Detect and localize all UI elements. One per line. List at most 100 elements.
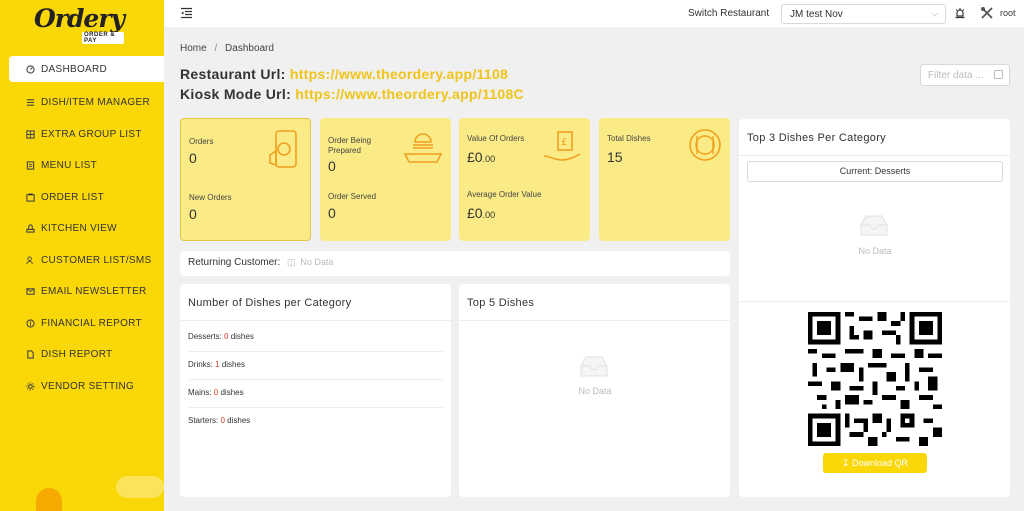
breadcrumb-home[interactable]: Home bbox=[180, 43, 207, 54]
sidebar-item-label: EMAIL NEWSLETTER bbox=[41, 286, 147, 298]
category-row: Drinks: 1 dishes bbox=[188, 352, 443, 380]
breadcrumb: Home / Dashboard bbox=[180, 43, 274, 54]
category-name: Drinks bbox=[188, 360, 211, 369]
sidebar-item-label: KITCHEN VIEW bbox=[41, 223, 117, 235]
restaurant-select-value: JM test Nov bbox=[790, 9, 843, 20]
sidebar-item-customer-list[interactable]: CUSTOMER LIST/SMS bbox=[0, 245, 164, 277]
category-unit: dishes bbox=[227, 416, 251, 425]
sidebar-nav: DASHBOARD DISH/ITEM MANAGER EXTRA GROUP … bbox=[0, 56, 164, 402]
brand-tagline: ORDER & PAY bbox=[82, 32, 124, 44]
brand-logo[interactable]: Ordery ORDER & PAY bbox=[34, 4, 125, 46]
alarm-icon[interactable] bbox=[954, 7, 966, 19]
sidebar-item-label: DASHBOARD bbox=[41, 63, 108, 75]
calendar-icon bbox=[994, 70, 1003, 79]
gear-icon bbox=[25, 381, 35, 391]
category-row: Mains: 0 dishes bbox=[188, 380, 443, 408]
sidebar-item-label: ORDER LIST bbox=[41, 191, 105, 203]
empty-text: No Data bbox=[858, 246, 892, 256]
sidebar-item-vendor-setting[interactable]: VENDOR SETTING bbox=[0, 371, 164, 403]
card-title: Top 3 Dishes Per Category bbox=[747, 132, 886, 144]
sidebar-item-kitchen-view[interactable]: KITCHEN VIEW bbox=[0, 213, 164, 245]
kiosk-url-line: Kiosk Mode Url: https://www.theordery.ap… bbox=[180, 86, 524, 102]
stat-label: Value Of Orders bbox=[467, 134, 525, 143]
restaurant-url-link[interactable]: https://www.theordery.app/1108 bbox=[290, 66, 508, 82]
stat-value: 0 bbox=[189, 150, 197, 166]
decorative-cloud bbox=[116, 476, 164, 498]
card-title: Number of Dishes per Category bbox=[188, 297, 352, 309]
category-unit: dishes bbox=[221, 360, 245, 369]
stat-label: Order Being Prepared bbox=[328, 136, 372, 155]
sidebar-item-dish-manager[interactable]: DISH/ITEM MANAGER bbox=[0, 87, 164, 119]
menu-icon bbox=[25, 161, 35, 171]
stat-label: Orders bbox=[189, 137, 214, 146]
dashboard-icon bbox=[25, 64, 35, 74]
pound-hand-icon: £ bbox=[543, 131, 581, 161]
download-qr-button[interactable]: ↧ Download QR bbox=[823, 453, 927, 473]
stat-amount: 0 bbox=[474, 205, 483, 221]
user-tools-icon[interactable] bbox=[980, 6, 994, 20]
stat-amount: 0 bbox=[474, 149, 483, 165]
divider bbox=[459, 320, 730, 321]
download-icon: ↧ bbox=[841, 458, 850, 468]
menu-toggle-icon[interactable] bbox=[180, 7, 193, 19]
stat-sub-label: New Orders bbox=[189, 193, 232, 202]
sidebar-item-financial-report[interactable]: FINANCIAL REPORT bbox=[0, 308, 164, 340]
category-name: Desserts bbox=[188, 332, 220, 341]
restaurant-url-line: Restaurant Url: https://www.theordery.ap… bbox=[180, 66, 508, 82]
category-count: 0 bbox=[213, 388, 219, 397]
category-unit: dishes bbox=[230, 332, 254, 341]
svg-text:£: £ bbox=[561, 137, 567, 148]
category-name: Starters bbox=[188, 416, 217, 425]
sidebar-item-email-newsletter[interactable]: EMAIL NEWSLETTER bbox=[0, 276, 164, 308]
returning-customer-label: Returning Customer: bbox=[188, 257, 281, 268]
burger-tray-icon bbox=[403, 133, 443, 163]
username[interactable]: root bbox=[1000, 8, 1016, 18]
brand-name: Ordery bbox=[34, 4, 125, 33]
order-icon bbox=[25, 192, 35, 202]
qr-code bbox=[808, 312, 942, 446]
kiosk-url-link[interactable]: https://www.theordery.app/1108C bbox=[295, 86, 524, 102]
stat-sub-label: Order Served bbox=[328, 192, 377, 201]
sidebar-item-order-list[interactable]: ORDER LIST bbox=[0, 182, 164, 214]
category-row: Desserts: 0 dishes bbox=[188, 324, 443, 352]
stat-sub-value: 0 bbox=[189, 206, 197, 222]
stat-card-value: Value Of Orders £0.00 Average Order Valu… bbox=[459, 118, 590, 241]
empty-inbox-icon bbox=[580, 356, 608, 377]
sidebar-item-label: DISH REPORT bbox=[41, 349, 113, 361]
filter-date-input[interactable]: Filter data ... bbox=[920, 64, 1010, 86]
stat-value: 15 bbox=[607, 149, 623, 165]
users-icon bbox=[25, 255, 35, 265]
sidebar-item-extra-group[interactable]: EXTRA GROUP LIST bbox=[0, 119, 164, 151]
returning-customer-value: No Data bbox=[300, 257, 334, 267]
stat-decimals: .00 bbox=[482, 210, 496, 220]
no-data-icon: ◫ bbox=[287, 257, 296, 267]
breadcrumb-current: Dashboard bbox=[225, 43, 274, 54]
plate-cutlery-icon bbox=[689, 129, 721, 161]
dish-report-icon bbox=[25, 350, 35, 360]
stat-decimals: .00 bbox=[482, 154, 496, 164]
sidebar-item-dashboard[interactable]: DASHBOARD bbox=[9, 56, 164, 82]
sidebar-item-menu-list[interactable]: MENU LIST bbox=[0, 150, 164, 182]
switch-restaurant-label: Switch Restaurant bbox=[688, 8, 770, 19]
restaurant-select[interactable]: JM test Nov ⌵ bbox=[781, 4, 946, 24]
stat-card-dishes: Total Dishes 15 bbox=[599, 118, 730, 241]
mail-icon bbox=[25, 287, 35, 297]
kiosk-url-label: Kiosk Mode Url: bbox=[180, 86, 292, 102]
phone-order-icon bbox=[269, 130, 297, 168]
stat-sub-label: Average Order Value bbox=[467, 190, 542, 199]
empty-inbox-icon bbox=[860, 215, 888, 236]
empty-text: No Data bbox=[578, 386, 612, 396]
category-name: Mains bbox=[188, 388, 210, 397]
stat-value: 0 bbox=[328, 158, 336, 174]
currency-symbol: £ bbox=[467, 149, 475, 165]
stat-value: £0.00 bbox=[467, 149, 495, 165]
category-count: 0 bbox=[224, 332, 229, 341]
category-row: Starters: 0 dishes bbox=[188, 416, 251, 425]
returning-customer-card: Returning Customer: ◫ No Data bbox=[180, 251, 730, 276]
sidebar-item-label: VENDOR SETTING bbox=[41, 380, 135, 392]
sidebar: Ordery ORDER & PAY DASHBOARD DISH/ITEM M… bbox=[0, 0, 164, 511]
breadcrumb-separator: / bbox=[214, 43, 218, 54]
sidebar-item-dish-report[interactable]: DISH REPORT bbox=[0, 339, 164, 371]
current-category-button[interactable]: Current: Desserts bbox=[747, 161, 1003, 182]
dishes-per-category-card: Number of Dishes per Category Desserts: … bbox=[180, 284, 451, 497]
